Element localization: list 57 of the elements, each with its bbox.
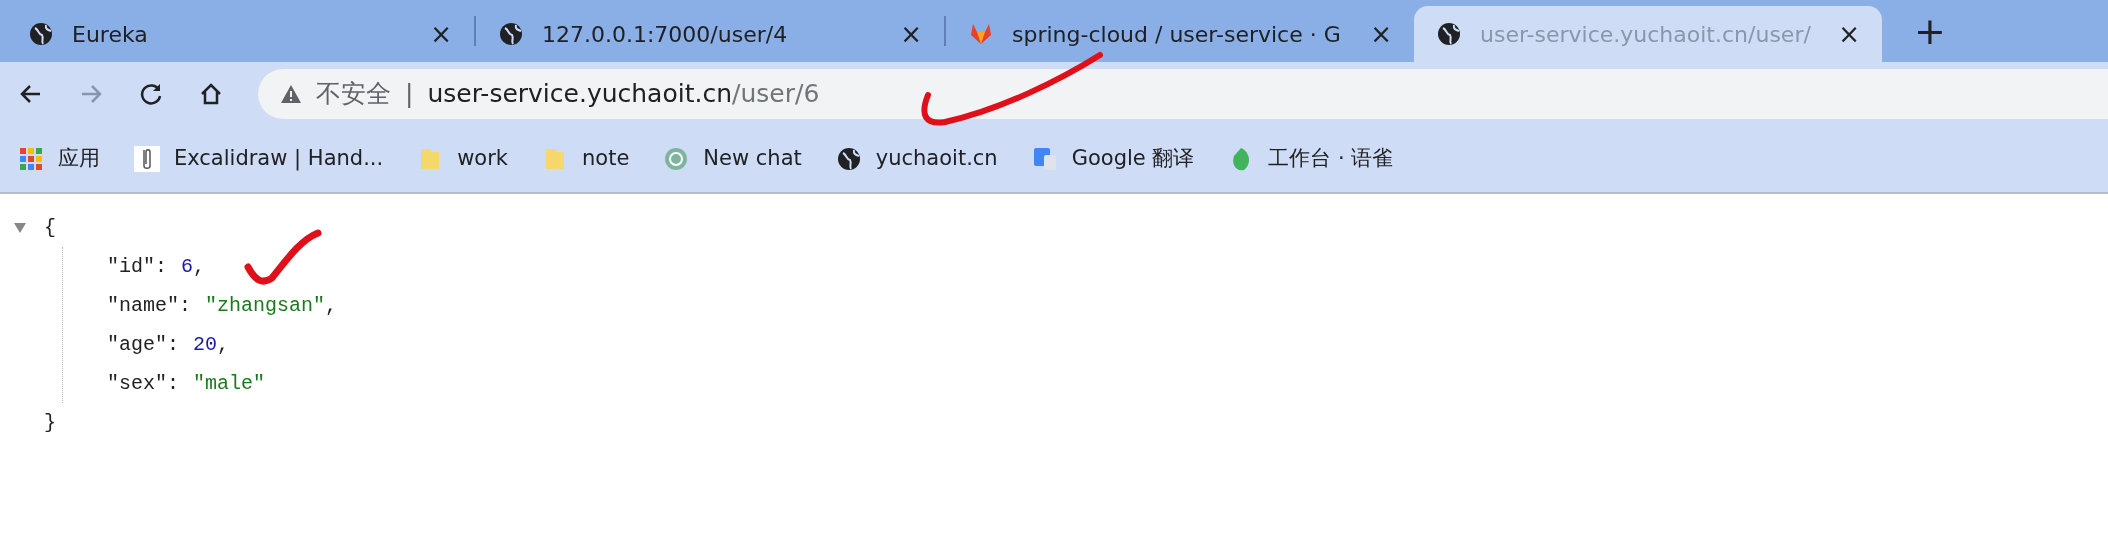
json-key: "age" [107, 325, 167, 364]
bookmark[interactable]: 工作台 · 语雀 [1228, 143, 1394, 175]
json-value: "zhangsan" [205, 293, 326, 319]
browser-tab[interactable]: 127.0.0.1:7000/user/4 × [476, 6, 944, 62]
json-value: 20 [193, 332, 218, 358]
bookmark-label: Google 翻译 [1071, 145, 1195, 173]
json-value: "male" [193, 371, 266, 397]
json-value: 6 [181, 254, 194, 280]
bookmark-label: work [457, 145, 508, 173]
globe-icon [835, 146, 862, 172]
colon: : [167, 371, 180, 397]
browser-tab[interactable]: spring-cloud / user-service · G × [946, 6, 1414, 62]
url-text: user-service.yuchaoit.cn/user/6 [427, 78, 820, 111]
close-icon[interactable]: × [430, 14, 452, 54]
close-icon[interactable]: × [1370, 14, 1392, 54]
comma: , [325, 293, 338, 319]
brace: } [44, 410, 56, 436]
bookmark[interactable]: New chat [663, 143, 802, 175]
comma: , [193, 254, 206, 280]
close-icon[interactable]: × [900, 14, 922, 54]
bookmark[interactable]: Google 翻译 [1031, 143, 1195, 175]
bookmark-label: 应用 [58, 145, 100, 173]
collapse-toggle[interactable] [14, 222, 26, 233]
globe-icon [498, 21, 524, 47]
json-key: "id" [107, 247, 155, 286]
apps-icon [18, 146, 44, 172]
security-label: 不安全 [316, 78, 391, 111]
colon: : [179, 293, 192, 319]
bookmark-label: Excalidraw | Hand... [174, 145, 384, 173]
address-bar[interactable]: 不安全 | user-service.yuchaoit.cn/user/6 [258, 69, 2108, 119]
browser-tab[interactable]: user-service.yuchaoit.cn/user/ × [1414, 6, 1882, 62]
chat-logo-icon [663, 146, 690, 172]
bookmark-label: note [582, 145, 630, 173]
globe-icon [28, 21, 54, 47]
bookmark[interactable]: work [417, 143, 508, 175]
translate-icon [1031, 146, 1058, 172]
bookmark-label: 工作台 · 语雀 [1268, 145, 1394, 173]
bookmark-label: yuchaoit.cn [875, 145, 998, 173]
paperclip-icon [134, 146, 160, 172]
warning-icon [280, 83, 302, 105]
reload-button[interactable] [138, 81, 164, 107]
new-tab-button[interactable]: + [1908, 11, 1952, 51]
comma: , [217, 332, 230, 358]
separator: | [405, 78, 414, 111]
bookmark[interactable]: note [542, 143, 630, 175]
globe-icon [1436, 21, 1462, 47]
json-key: "sex" [107, 364, 167, 403]
brace: { [44, 215, 56, 241]
colon: : [167, 332, 180, 358]
bookmark[interactable]: yuchaoit.cn [835, 143, 998, 175]
bookmark[interactable]: Excalidraw | Hand... [134, 143, 384, 175]
bookmark[interactable]: 应用 [18, 143, 100, 175]
close-icon[interactable]: × [1838, 14, 1860, 54]
json-key: "name" [107, 286, 179, 325]
colon: : [155, 254, 168, 280]
browser-tab[interactable]: Eureka × [6, 6, 474, 62]
bookmark-label: New chat [703, 145, 802, 173]
